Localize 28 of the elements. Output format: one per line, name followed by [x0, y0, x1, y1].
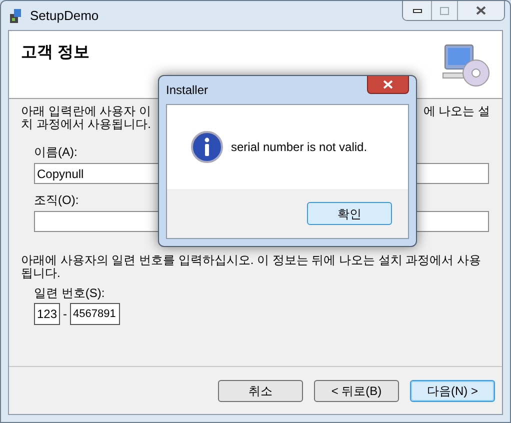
installer-icon — [8, 8, 24, 24]
serial-instruction-text: 아래에 사용자의 일련 번호를 입력하십시오. 이 정보는 뒤에 나오는 설치 과정에서 사용됩니다. — [21, 254, 482, 280]
field-label: 일련 번호(S): — [34, 287, 105, 300]
serial-field[interactable]: 123 — [34, 303, 60, 325]
instruction-text: 치 과정에서 사용됩니다. — [21, 118, 152, 131]
dash-separator: - — [63, 308, 67, 320]
field-label: 이름(A): — [34, 146, 78, 159]
wizard-button[interactable]: < 뒤로(B) — [314, 380, 399, 402]
instruction-text: 아래 입력란에 사용자 이 — [21, 105, 152, 118]
close-button[interactable] — [367, 76, 409, 94]
computer-disc-icon — [442, 43, 490, 87]
instruction-text: 에 나오는 설 — [423, 105, 490, 118]
ok-button[interactable]: 확인 — [307, 202, 392, 225]
close-icon — [383, 80, 393, 89]
close-icon — [476, 6, 486, 15]
info-icon — [191, 131, 223, 163]
field-label: 조직(O): — [34, 194, 79, 207]
minimize-button[interactable] — [403, 1, 432, 20]
dialog-message: serial number is not valid. — [231, 139, 368, 156]
close-button[interactable] — [458, 1, 504, 20]
minimize-icon — [412, 8, 422, 12]
wizard-button[interactable]: 취소 — [218, 380, 303, 402]
serial-field[interactable]: 4567891 — [70, 303, 120, 325]
wizard-button[interactable]: 다음(N) > — [410, 380, 495, 402]
page-title: 고객 정보 — [21, 43, 90, 63]
maximize-icon — [440, 6, 449, 14]
dialog-title: Installer — [166, 82, 208, 99]
window-title: SetupDemo — [30, 6, 99, 25]
